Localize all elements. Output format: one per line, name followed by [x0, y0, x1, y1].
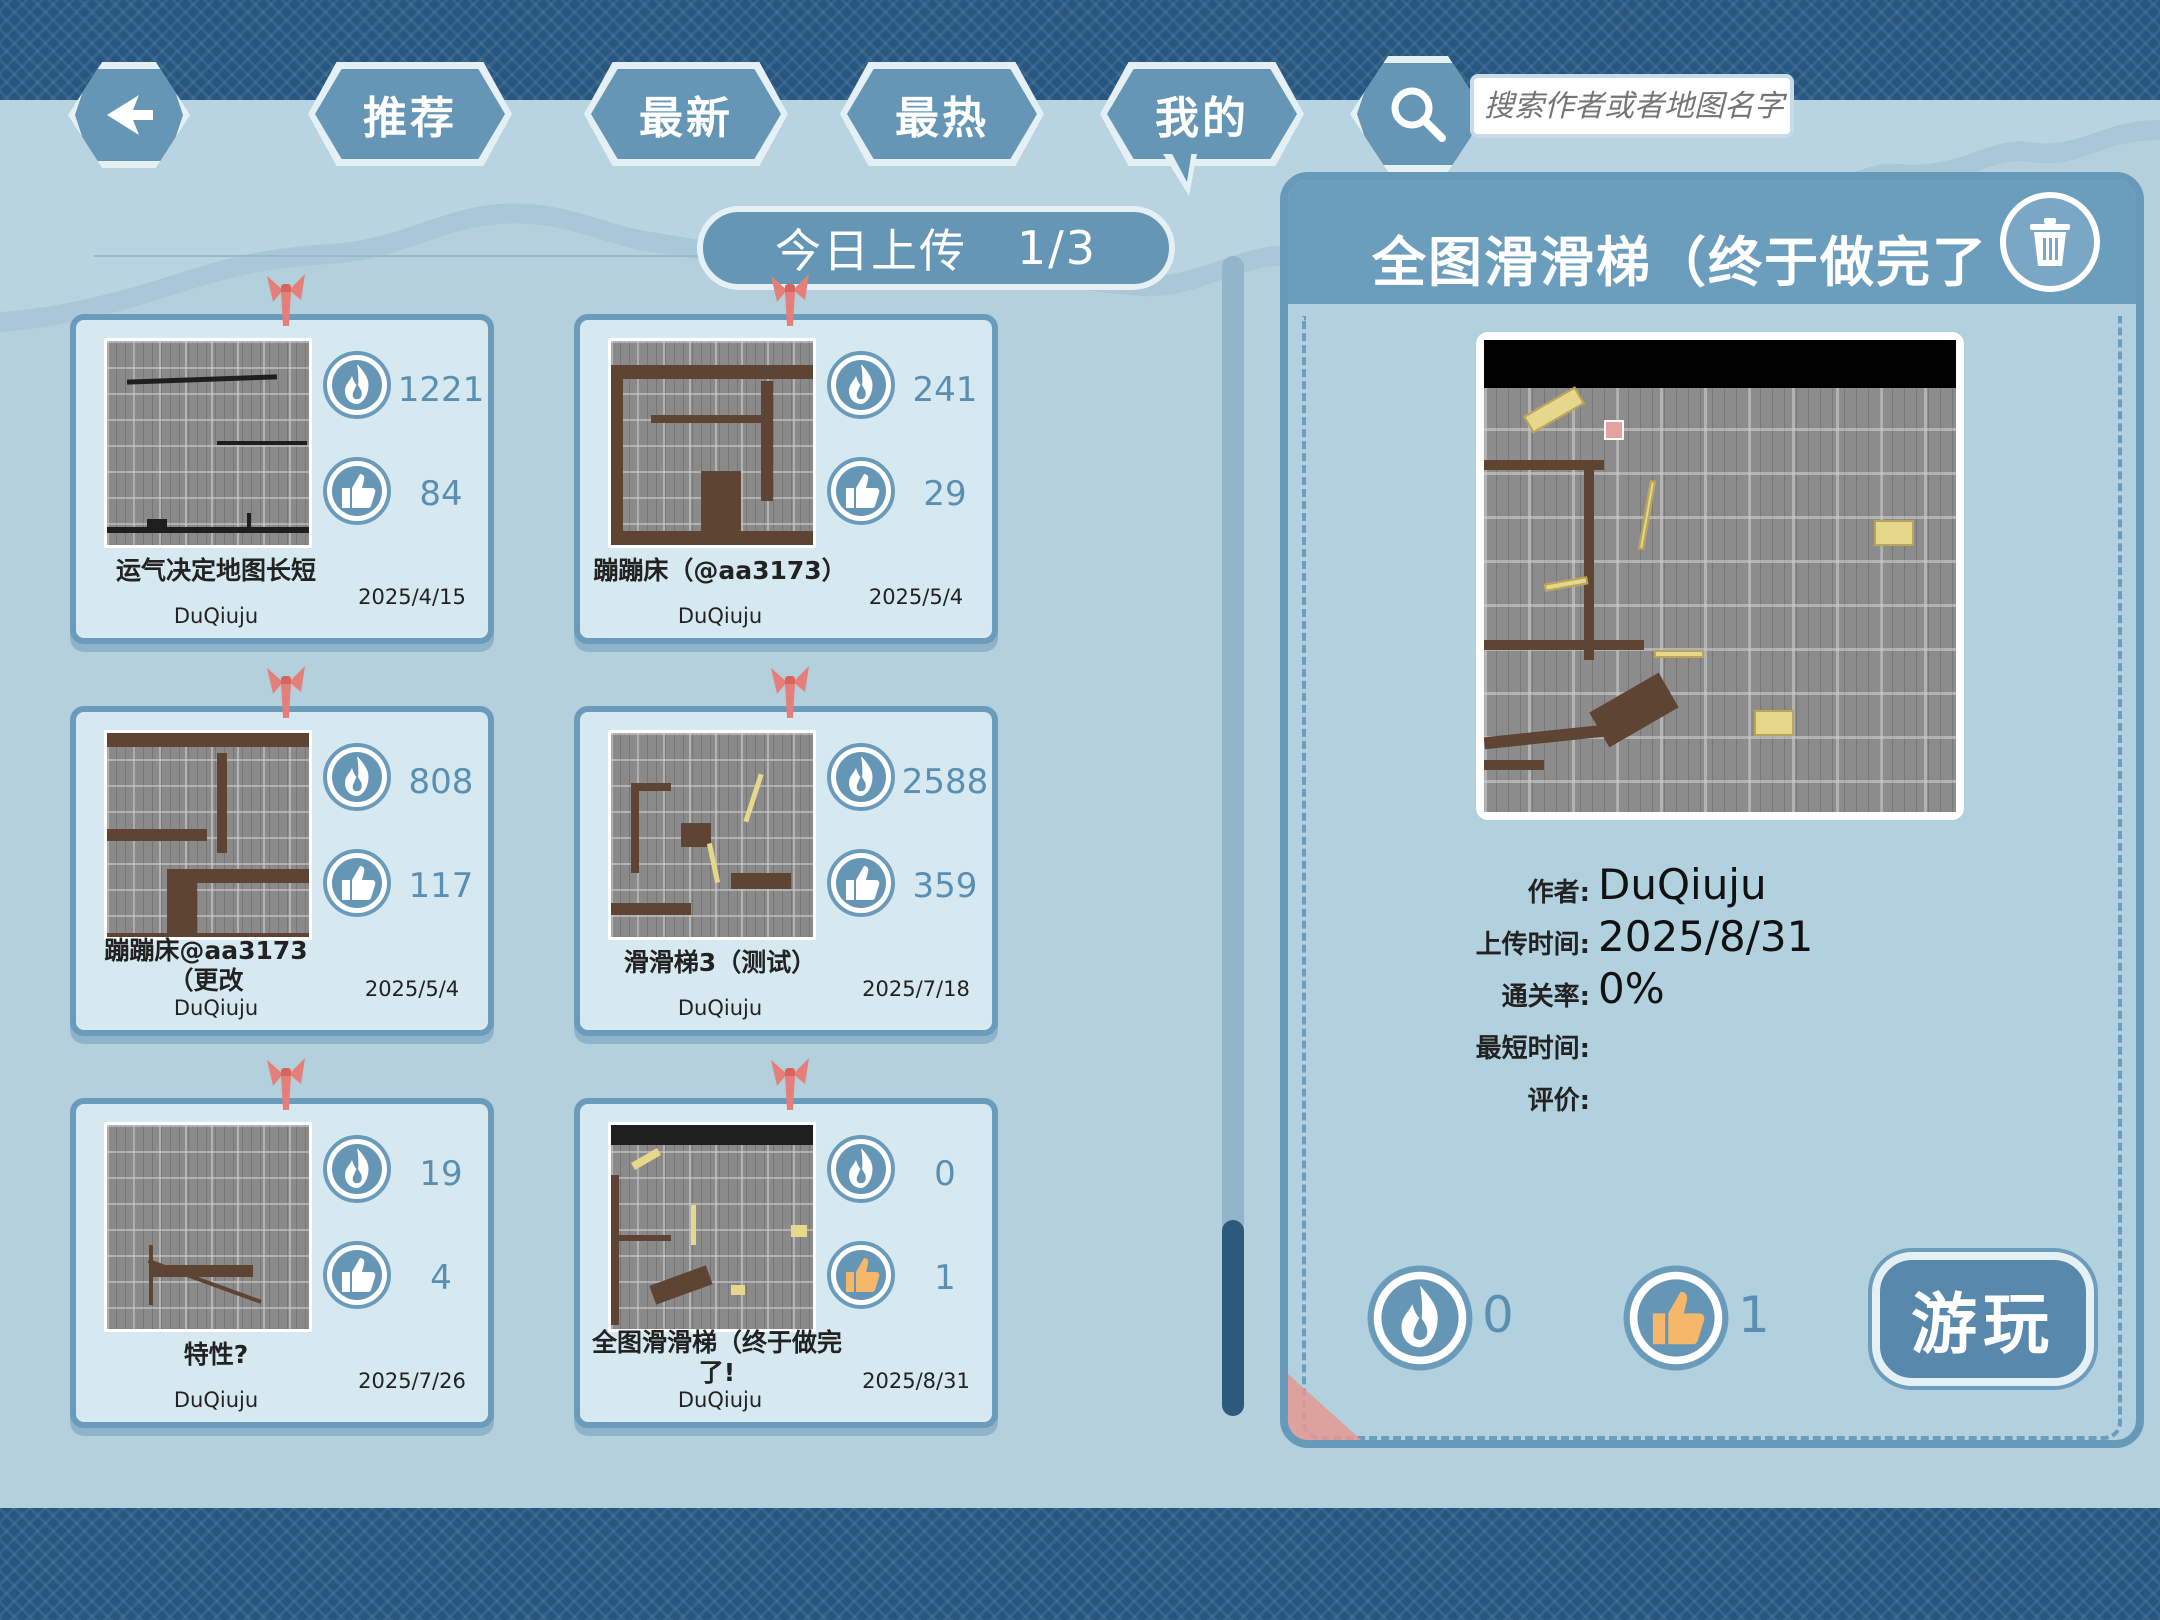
thumbs-up-icon: [826, 456, 896, 526]
detail-play-count: 0: [1482, 1286, 1514, 1344]
bottom-banner: [0, 1508, 2160, 1620]
map-author: DuQiuju: [173, 604, 259, 628]
map-title: 运气决定地图长短: [115, 556, 316, 585]
fire-icon: [826, 742, 896, 812]
map-date: 2025/5/4: [868, 585, 964, 609]
fire-icon: [826, 1134, 896, 1204]
back-arrow-icon: [107, 95, 153, 135]
like-count: 1: [934, 1258, 956, 1298]
tab-hottest-label: 最热: [895, 93, 989, 144]
map-title: 滑滑梯3（测试）: [623, 948, 817, 977]
map-author: DuQiuju: [173, 1388, 259, 1412]
play-count: 808: [408, 762, 474, 802]
map-card[interactable]: 2588 359 滑滑梯3（测试） DuQiuju 2025/7/18: [574, 706, 998, 1036]
tab-recommended[interactable]: 推荐: [308, 62, 512, 166]
map-card[interactable]: 1221 84 运气决定地图长短 DuQiuju 2025/4/15: [70, 314, 494, 644]
map-author: DuQiuju: [173, 996, 259, 1020]
play-button-label: 游玩: [1911, 1286, 2055, 1363]
map-thumbnail: [608, 1122, 816, 1332]
map-date: 2025/4/15: [358, 585, 466, 609]
clear-rate-value: 0%: [1598, 964, 1665, 1013]
tab-latest-label: 最新: [639, 93, 733, 144]
map-preview: [1476, 332, 1964, 820]
map-date: 2025/7/26: [358, 1369, 466, 1393]
ribbon-pin-icon: [263, 268, 309, 326]
clear-rate-label: 通关率:: [1501, 982, 1590, 1012]
map-author: DuQiuju: [677, 1388, 763, 1412]
tab-mine[interactable]: 我的: [1100, 62, 1304, 166]
tab-mine-label: 我的: [1155, 93, 1249, 144]
fire-icon[interactable]: [1366, 1264, 1474, 1372]
map-thumbnail: [608, 730, 816, 940]
author-label: 作者:: [1527, 878, 1590, 908]
tab-selected-pointer-inner: [1170, 150, 1192, 182]
map-thumbnail: [608, 338, 816, 548]
fire-icon: [322, 742, 392, 812]
fire-icon: [322, 350, 392, 420]
map-card[interactable]: 19 4 特性? DuQiuju 2025/7/26: [70, 1098, 494, 1428]
ribbon-pin-icon: [263, 660, 309, 718]
thumbs-up-icon: [322, 1240, 392, 1310]
author-value: DuQiuju: [1598, 860, 1767, 909]
divider-left: [94, 255, 702, 257]
map-card[interactable]: 808 117 蹦蹦床@aa3173（更改 DuQiuju 2025/5/4: [70, 706, 494, 1036]
like-count: 29: [923, 474, 967, 514]
fire-icon: [826, 350, 896, 420]
map-date: 2025/5/4: [364, 977, 460, 1001]
map-title: 特性?: [183, 1340, 249, 1369]
detail-like-count: 1: [1738, 1286, 1770, 1344]
detail-title: 全图滑滑梯（终于做完了: [1372, 231, 1988, 294]
ribbon-pin-icon: [767, 1052, 813, 1110]
ribbon-pin-icon: [263, 1052, 309, 1110]
upload-time-value: 2025/8/31: [1598, 912, 1814, 961]
search-icon: [1391, 87, 1446, 142]
play-count: 19: [419, 1154, 463, 1194]
map-thumbnail: [104, 730, 312, 940]
play-count: 2588: [901, 762, 989, 802]
ribbon-pin-icon: [767, 268, 813, 326]
ribbon-pin-icon: [767, 660, 813, 718]
map-card[interactable]: 241 29 蹦蹦床（@aa3173） DuQiuju 2025/5/4: [574, 314, 998, 644]
best-time-label: 最短时间:: [1475, 1034, 1590, 1064]
thumbs-up-icon[interactable]: [1622, 1264, 1730, 1372]
tab-recommended-label: 推荐: [363, 93, 457, 144]
thumbs-up-icon: [322, 848, 392, 918]
fire-icon: [322, 1134, 392, 1204]
map-author: DuQiuju: [677, 996, 763, 1020]
map-preview-image: [1484, 340, 1956, 812]
daily-upload-value: 1/3: [1016, 221, 1098, 275]
upload-time-label: 上传时间:: [1475, 930, 1590, 960]
thumbs-up-icon: [826, 1240, 896, 1310]
play-count: 0: [934, 1154, 956, 1194]
scrollbar-thumb[interactable]: [1222, 1220, 1244, 1416]
map-title: 蹦蹦床（@aa3173）: [593, 556, 847, 585]
map-date: 2025/8/31: [862, 1369, 970, 1393]
map-title: 全图滑滑梯（终于做完了!: [591, 1328, 842, 1387]
map-author: DuQiuju: [677, 604, 763, 628]
like-count: 117: [408, 866, 474, 906]
trash-icon: [2030, 218, 2070, 266]
map-card[interactable]: 0 1 全图滑滑梯（终于做完了! DuQiuju 2025/8/31: [574, 1098, 998, 1428]
map-thumbnail: [104, 1122, 312, 1332]
map-title: 蹦蹦床@aa3173（更改: [104, 936, 308, 995]
thumbs-up-icon: [826, 848, 896, 918]
like-count: 4: [430, 1258, 452, 1298]
tab-hottest[interactable]: 最热: [840, 62, 1044, 166]
play-count: 241: [912, 370, 978, 410]
map-date: 2025/7/18: [862, 977, 970, 1001]
play-button[interactable]: 游玩: [1872, 1252, 2094, 1386]
rating-label: 评价:: [1527, 1086, 1590, 1116]
tab-latest[interactable]: 最新: [584, 62, 788, 166]
delete-button[interactable]: [2000, 192, 2100, 292]
like-count: 84: [419, 474, 463, 514]
play-count: 1221: [397, 370, 485, 410]
like-count: 359: [912, 866, 978, 906]
search-input[interactable]: [1470, 74, 1794, 138]
map-thumbnail: [104, 338, 312, 548]
thumbs-up-icon: [322, 456, 392, 526]
